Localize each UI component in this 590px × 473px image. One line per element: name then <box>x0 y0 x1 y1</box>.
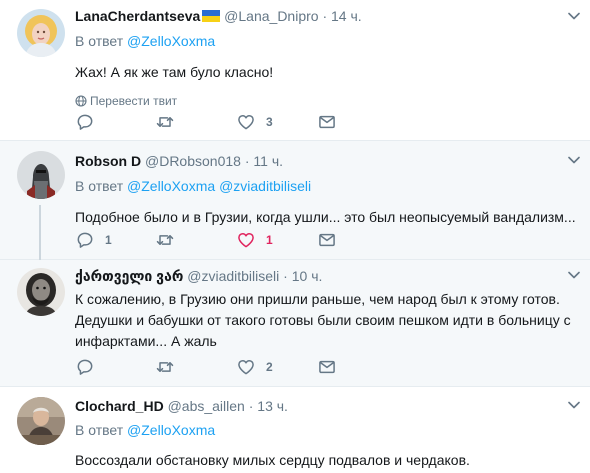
chevron-down-icon[interactable] <box>568 401 580 409</box>
translate-label: Перевести твит <box>90 94 178 108</box>
retweet-icon <box>155 112 175 132</box>
tweet-text-line: К сожалению, в Грузию они пришли раньше,… <box>75 291 560 307</box>
direct-message-button[interactable] <box>317 357 337 377</box>
tweet[interactable]: LanaCherdantseva @Lana_Dnipro · 14 ч. В … <box>0 0 590 141</box>
heart-icon <box>236 112 256 132</box>
retweet-button[interactable] <box>155 230 185 250</box>
mention-link[interactable]: @ZelloXoxma <box>127 33 215 49</box>
direct-message-button[interactable] <box>317 230 337 250</box>
timestamp[interactable]: 14 ч. <box>331 8 362 24</box>
like-count: 2 <box>266 360 273 374</box>
tweet-feed: LanaCherdantseva @Lana_Dnipro · 14 ч. В … <box>0 0 590 473</box>
translate-tweet-link[interactable]: Перевести твит <box>75 93 580 109</box>
author-handle[interactable]: @zviaditbiliseli <box>187 268 279 284</box>
direct-message-button[interactable] <box>317 112 337 132</box>
avatar[interactable] <box>17 397 65 445</box>
avatar[interactable] <box>17 9 65 57</box>
separator-dot: · <box>248 398 254 414</box>
tweet-text-line: Дедушки и бабушки от такого готовы были … <box>75 312 571 328</box>
like-button[interactable]: 2 <box>236 357 273 377</box>
separator-dot: · <box>322 8 328 24</box>
avatar[interactable] <box>17 268 65 316</box>
author-handle[interactable]: @abs_aillen <box>168 398 245 414</box>
dm-icon <box>317 112 337 132</box>
thread-connector <box>39 205 41 260</box>
globe-icon <box>75 95 87 107</box>
reply-prefix: В ответ <box>75 422 124 438</box>
like-button[interactable]: 1 <box>236 230 273 250</box>
retweet-icon <box>155 230 175 250</box>
like-count: 1 <box>266 233 273 247</box>
retweet-icon <box>155 357 175 377</box>
author-name[interactable]: Robson D <box>75 153 141 169</box>
tweet-text: Воссоздали обстановку милых сердцу подва… <box>75 452 470 468</box>
retweet-button[interactable] <box>155 112 185 132</box>
author-name[interactable]: Clochard_HD <box>75 398 164 414</box>
reply-icon <box>75 230 95 250</box>
dm-icon <box>317 357 337 377</box>
tweet-text: Жах! А як же там було класно! <box>75 64 274 80</box>
chevron-down-icon[interactable] <box>568 12 580 20</box>
like-button[interactable]: 3 <box>236 112 273 132</box>
reply-prefix: В ответ <box>75 33 124 49</box>
avatar[interactable] <box>17 151 65 199</box>
heart-icon <box>236 357 256 377</box>
author-name[interactable]: LanaCherdantseva <box>75 8 200 24</box>
mention-link[interactable]: @ZelloXoxma <box>127 178 215 194</box>
timestamp[interactable]: 11 ч. <box>253 153 283 169</box>
timestamp[interactable]: 10 ч. <box>292 268 323 284</box>
tweet-text-line: инфарктами... А жаль <box>75 333 217 349</box>
reply-count: 1 <box>105 233 112 247</box>
chevron-down-icon[interactable] <box>568 271 580 279</box>
author-handle[interactable]: @DRobson018 <box>145 153 241 169</box>
tweet[interactable]: Robson D @DRobson018 · 11 ч. В ответ @Ze… <box>0 141 590 260</box>
mention-link[interactable]: @zviaditbiliseli <box>219 178 311 194</box>
retweet-button[interactable] <box>155 357 185 377</box>
mention-link[interactable]: @ZelloXoxma <box>127 422 215 438</box>
reply-button[interactable] <box>75 112 105 132</box>
tweet-text: Подобное было и в Грузии, когда ушли... … <box>75 209 576 225</box>
like-count: 3 <box>266 115 273 129</box>
author-handle[interactable]: @Lana_Dnipro <box>224 8 318 24</box>
reply-button[interactable]: 1 <box>75 230 112 250</box>
timestamp[interactable]: 13 ч. <box>257 398 288 414</box>
separator-dot: · <box>283 268 288 284</box>
tweet[interactable]: Clochard_HD @abs_aillen · 13 ч. В ответ … <box>0 387 590 473</box>
reply-icon <box>75 357 95 377</box>
dm-icon <box>317 230 337 250</box>
ukraine-flag-icon <box>202 10 221 22</box>
author-name[interactable]: ქართველი ვარ <box>75 268 183 284</box>
heart-icon <box>236 230 256 250</box>
reply-icon <box>75 112 95 132</box>
reply-button[interactable] <box>75 357 105 377</box>
chevron-down-icon[interactable] <box>568 156 580 164</box>
separator-dot: · <box>244 153 250 169</box>
reply-prefix: В ответ <box>75 178 124 194</box>
tweet[interactable]: ქართველი ვარ @zviaditbiliseli · 10 ч. К … <box>0 260 590 387</box>
